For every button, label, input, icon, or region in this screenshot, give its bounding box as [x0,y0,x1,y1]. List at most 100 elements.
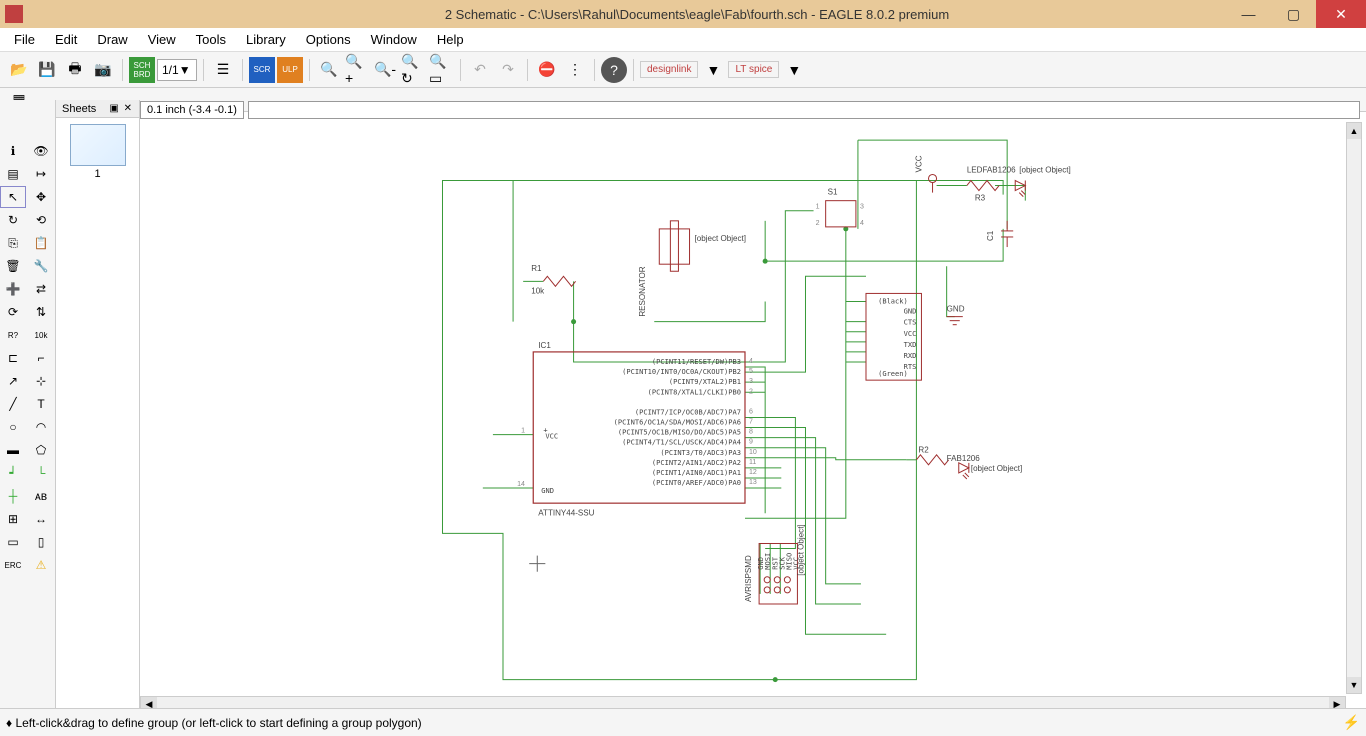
component-led-bottom: FAB1206 [object Object] [947,454,1023,479]
sheet-number: 1 [56,168,139,180]
erc-icon[interactable]: ERC [0,554,26,576]
net-icon[interactable]: └ [28,462,54,484]
scroll-up-icon[interactable]: ▲ [1347,123,1361,139]
smash-icon[interactable]: ⊏ [0,347,26,369]
text-icon[interactable]: T [28,393,54,415]
zoom-select-icon[interactable]: 🔍▭ [428,57,454,83]
svg-text:4: 4 [860,220,864,227]
add-icon[interactable]: ➕ [0,278,26,300]
library-icon[interactable]: ☰ [210,57,236,83]
open-icon[interactable]: 📂 [6,57,32,83]
ulp-button[interactable]: ULP [277,57,303,83]
menu-draw[interactable]: Draw [87,28,137,51]
rotate-icon[interactable]: ↻ [0,209,26,231]
svg-text:(PCINT6/OC1A/SDA/MOSI/ADC6)PA6: (PCINT6/OC1A/SDA/MOSI/ADC6)PA6 [614,418,741,427]
menu-window[interactable]: Window [361,28,427,51]
ltspice-button[interactable]: LT spice [728,61,779,78]
mark-icon[interactable]: ↦ [28,163,54,185]
print-icon[interactable]: 🖶 [62,57,88,83]
polygon-icon[interactable]: ⬠ [28,439,54,461]
svg-text:CTS: CTS [904,318,917,327]
designlink-button[interactable]: designlink [640,61,698,78]
dimension-icon[interactable]: ↔ [28,508,54,530]
menu-options[interactable]: Options [296,28,361,51]
gateswap-icon[interactable]: ⇅ [28,301,54,323]
zoom-redraw-icon[interactable]: 🔍↻ [400,57,426,83]
rect-icon[interactable]: ▬ [0,439,26,461]
go-icon[interactable]: ⋮ [562,57,588,83]
stop-icon[interactable]: ⛔ [534,57,560,83]
circle-icon[interactable]: ○ [0,416,26,438]
move-icon[interactable]: ✥ [28,186,54,208]
value-icon[interactable]: 10k [28,324,54,346]
scroll-down-icon[interactable]: ▼ [1347,677,1361,693]
redo-icon[interactable]: ↷ [495,57,521,83]
undo-icon[interactable]: ↶ [467,57,493,83]
save-icon[interactable]: 💾 [34,57,60,83]
ltspice-dropdown[interactable]: ▼ [781,57,807,83]
sheet-thumbnail[interactable] [70,124,126,166]
errors-icon[interactable]: ⚠ [28,554,54,576]
svg-text:6: 6 [749,408,753,415]
name-icon[interactable]: R? [0,324,26,346]
minimize-button[interactable]: — [1226,0,1271,28]
coord-display[interactable]: 0.1 inch (-3.4 -0.1) [140,101,244,119]
change-icon[interactable]: 🔧 [28,255,54,277]
svg-text:RESONATOR: RESONATOR [638,266,647,316]
attribute-icon[interactable]: ⊞ [0,508,26,530]
svg-text:(PCINT2/AIN1/ADC2)PA2: (PCINT2/AIN1/ADC2)PA2 [652,458,741,467]
board-switch-button[interactable]: SCHBRD [129,57,155,83]
svg-text:13: 13 [749,479,757,486]
command-input[interactable] [248,101,1360,119]
pinswap-icon[interactable]: ⇄ [28,278,54,300]
wire-icon[interactable]: ╱ [0,393,26,415]
canvas[interactable]: IC1 ATTINY44-SSU VCC GND 1 14 + (PCINT11… [140,120,1350,692]
sheet-selector[interactable]: 1/1▼ [157,59,197,81]
layer-icon[interactable]: ▤ [0,163,26,185]
label-icon[interactable]: ᴀʙ [28,485,54,507]
copy-icon[interactable]: ⎘ [0,232,26,254]
info-icon[interactable]: ℹ [0,140,26,162]
menu-edit[interactable]: Edit [45,28,87,51]
svg-text:11: 11 [749,459,756,466]
select-icon[interactable]: ↖ [0,186,26,208]
menu-library[interactable]: Library [236,28,296,51]
split-icon[interactable]: ↗ [0,370,26,392]
miter-icon[interactable]: ⌐ [28,347,54,369]
vertical-scrollbar[interactable]: ▲ ▼ [1346,122,1362,694]
cam-icon[interactable]: 📷 [90,57,116,83]
designlink-dropdown[interactable]: ▼ [700,57,726,83]
mirror-icon[interactable]: ⟲ [28,209,54,231]
component-r1: R1 10k [531,264,575,295]
svg-text:(PCINT11/RESET/DW)PB3: (PCINT11/RESET/DW)PB3 [652,357,741,366]
scr-button[interactable]: SCR [249,57,275,83]
port-icon[interactable]: ▯ [28,531,54,553]
menu-help[interactable]: Help [427,28,474,51]
menu-file[interactable]: File [4,28,45,51]
menu-view[interactable]: View [138,28,186,51]
sheets-panel-controls[interactable]: ▣ ✕ [109,103,133,114]
toolbar-separator [242,59,243,81]
help-icon[interactable]: ? [601,57,627,83]
junction-icon[interactable]: ┼ [0,485,26,507]
coord-bar: 0.1 inch (-3.4 -0.1) [140,100,1360,120]
component-led-top: LEDFAB1206 [object Object] [967,165,1071,196]
zoom-out-icon[interactable]: 🔍- [372,57,398,83]
delete-icon[interactable]: 🗑 [0,255,26,277]
maximize-button[interactable]: ▢ [1271,0,1316,28]
arc-icon[interactable]: ◠ [28,416,54,438]
close-button[interactable]: ✕ [1316,0,1366,28]
paste-icon[interactable]: 📋 [28,232,54,254]
zoom-in-icon[interactable]: 🔍+ [344,57,370,83]
svg-text:[object Object]: [object Object] [695,234,746,243]
menu-tools[interactable]: Tools [186,28,236,51]
invoke-icon[interactable]: ⊹ [28,370,54,392]
ltspice-label: LT spice [735,64,772,75]
module-icon[interactable]: ▭ [0,531,26,553]
show-icon[interactable]: 👁 [28,140,54,162]
bus-icon[interactable]: ┙ [0,462,26,484]
svg-text:2: 2 [749,388,753,395]
svg-text:GND: GND [904,307,917,316]
zoom-fit-icon[interactable]: 🔍 [316,57,342,83]
replace-icon[interactable]: ⟳ [0,301,26,323]
